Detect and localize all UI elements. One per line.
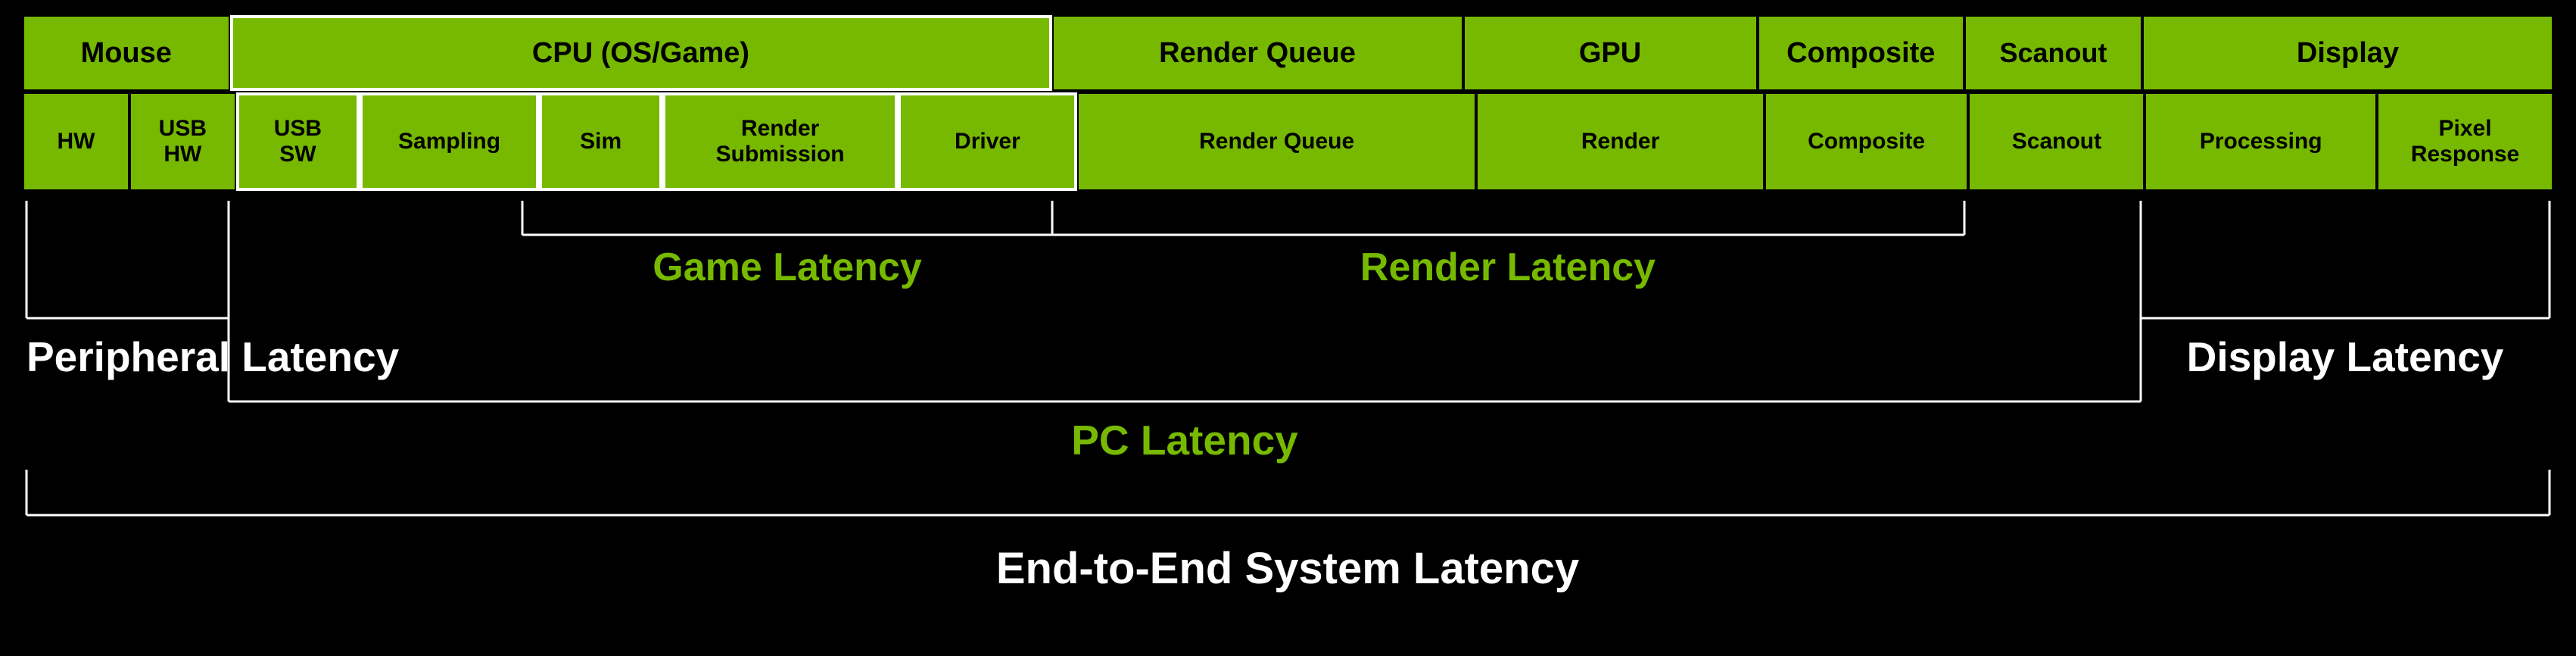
sub-scanout: Scanout [1968,92,2145,191]
sub-pixelresponse: PixelResponse [2377,92,2553,191]
sub-usbhw: USBHW [129,92,236,191]
cat-renderqueue: Render Queue [1052,15,1463,91]
sub-renderqueue: Render Queue [1077,92,1477,191]
cat-mouse: Mouse [23,15,230,91]
sub-render: Render [1476,92,1764,191]
cat-composite: Composite [1758,15,1965,91]
sub-sim: Sim [539,92,662,191]
sub-usbsw: USBSW [236,92,360,191]
category-row: Mouse CPU (OS/Game) Render Queue GPU Com… [23,15,2553,91]
svg-text:End-to-End System Latency: End-to-End System Latency [996,544,1579,593]
cat-gpu: GPU [1463,15,1758,91]
cat-scanout: Scanout [1964,15,2142,91]
main-container: Mouse CPU (OS/Game) Render Queue GPU Com… [0,0,2576,656]
svg-text:PC Latency: PC Latency [1071,417,1298,464]
sub-row: HW USBHW USBSW Sampling Sim RenderSubmis… [23,92,2553,191]
svg-text:Peripheral Latency: Peripheral Latency [26,333,400,380]
cat-display: Display [2142,15,2553,91]
sub-rendersubmission: RenderSubmission [662,92,898,191]
sub-driver: Driver [898,92,1077,191]
sub-hw: HW [23,92,129,191]
svg-text:Game Latency: Game Latency [653,245,922,289]
svg-text:Render Latency: Render Latency [1360,245,1656,289]
boxes-wrapper: Mouse CPU (OS/Game) Render Queue GPU Com… [23,15,2553,191]
svg-text:Display Latency: Display Latency [2187,333,2504,380]
sub-sampling: Sampling [360,92,539,191]
cat-cpu: CPU (OS/Game) [230,15,1052,91]
sub-composite: Composite [1765,92,1969,191]
sub-processing: Processing [2145,92,2377,191]
brackets-svg: Game Latency Render Latency Peripheral L… [23,197,2553,651]
